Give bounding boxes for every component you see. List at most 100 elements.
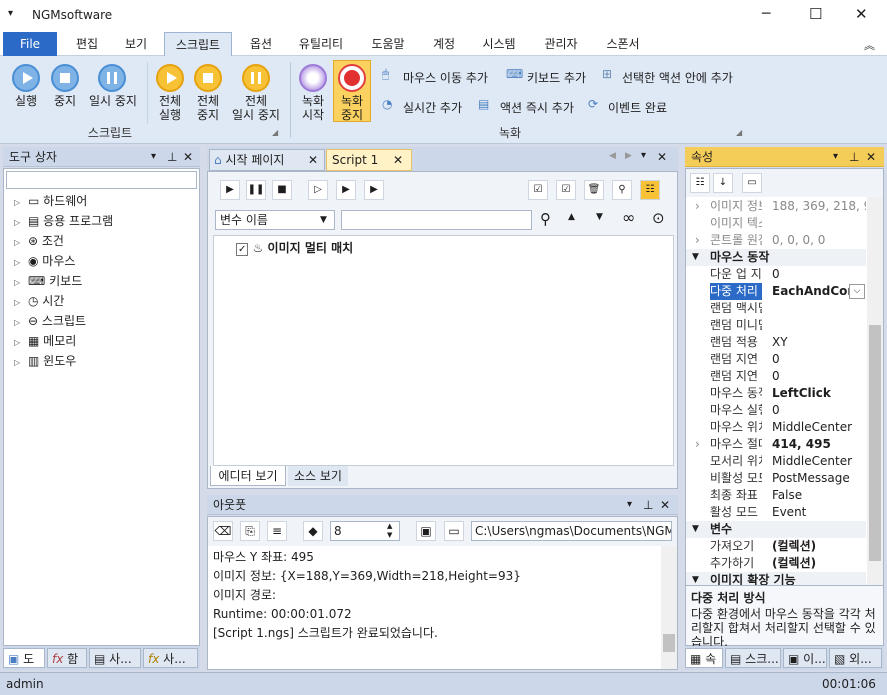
record-start-button[interactable]: 녹화 시작 [293, 94, 333, 122]
tab-help[interactable]: 도움말 [362, 32, 414, 56]
pause-all-button[interactable]: 전체 일시 중지 [228, 94, 284, 122]
event-done-button[interactable]: 이벤트 완료 [608, 99, 667, 116]
quick-access-icon[interactable]: ▾ [8, 8, 13, 19]
expand-icon[interactable]: ▷ [14, 198, 20, 207]
property-row[interactable]: 모서리 위치 MiddleCenter [686, 453, 866, 470]
more-icon[interactable]: ⊙ [652, 209, 665, 227]
user-functions-bottom-tab[interactable]: fx 사... [143, 648, 198, 668]
expand-icon[interactable]: › [695, 198, 700, 215]
stop-icon[interactable] [51, 64, 79, 92]
tab-script[interactable]: 스크립트 [164, 32, 232, 56]
property-scrollbar[interactable] [867, 197, 883, 585]
expand-icon[interactable]: ▷ [14, 278, 20, 287]
dropdown-icon[interactable]: ▾ [627, 495, 632, 515]
toolbox-bottom-tab[interactable]: ▣ 도 [3, 648, 45, 668]
folder-icon[interactable]: ▭ [444, 521, 464, 541]
add-inside-selected-button[interactable]: 선택한 액션 안에 추가 [622, 69, 733, 86]
user-bottom-tab[interactable]: ▤ 사... [89, 648, 141, 668]
toolbox-item-condition[interactable]: ▷ ⊛ 조건 [14, 231, 64, 251]
scrollbar-thumb[interactable] [869, 325, 881, 561]
collapse-icon[interactable]: ▼ [692, 521, 699, 538]
add-realtime-button[interactable]: 실시간 추가 [403, 99, 462, 116]
dropdown-icon[interactable]: ▾ [641, 150, 646, 161]
toolbox-item-time[interactable]: ▷ ◷ 시간 [14, 291, 64, 311]
pause-all-icon[interactable] [242, 64, 270, 92]
expand-icon[interactable]: ▷ [14, 358, 20, 367]
tab-editor-view[interactable]: 에디터 보기 [210, 466, 286, 486]
run-button[interactable]: 실행 [6, 94, 46, 108]
property-row[interactable]: 추가하기 (컬렉션) [686, 555, 866, 572]
properties-bottom-tab[interactable]: ▦ 속 [685, 648, 723, 668]
tab-source-view[interactable]: 소스 보기 [288, 466, 348, 486]
expand-icon[interactable]: ▷ [14, 318, 20, 327]
pause-icon[interactable]: ❚❚ [246, 180, 266, 200]
record-start-icon[interactable] [299, 64, 327, 92]
toolbox-item-mouse[interactable]: ▷ ◉ 마우스 [14, 251, 75, 271]
eraser-icon[interactable]: ◆ [303, 521, 323, 541]
script-bottom-tab[interactable]: ▤ 스크... [725, 648, 781, 668]
property-row[interactable]: 최종 좌표 False [686, 487, 866, 504]
scrollbar-thumb[interactable] [663, 634, 675, 652]
property-row[interactable]: 마우스 동작 LeftClick [686, 385, 866, 402]
pause-button[interactable]: 일시 중지 [86, 94, 140, 108]
minimize-button[interactable]: ─ [762, 6, 770, 22]
expand-icon[interactable]: ▷ [14, 338, 20, 347]
pin-icon[interactable]: ⊥ [849, 147, 859, 167]
categorized-icon[interactable]: ☷ [690, 173, 710, 193]
property-row[interactable]: › 이미지 정보 188, 369, 218, 93 [686, 198, 866, 215]
close-icon[interactable]: ✕ [660, 495, 670, 515]
wrap-icon[interactable]: ≡ [267, 521, 287, 541]
script-group-launcher-icon[interactable]: ◢ [272, 128, 278, 137]
tab-options[interactable]: 옵션 [238, 32, 284, 56]
collapse-icon[interactable]: ▼ [692, 572, 699, 585]
maximize-button[interactable]: ☐ [809, 5, 822, 23]
add-mouse-move-button[interactable]: 마우스 이동 추가 [403, 69, 488, 86]
stepper-arrows-icon[interactable]: ▲ ▼ [387, 522, 392, 540]
close-icon[interactable]: ✕ [866, 147, 876, 167]
search-icon[interactable]: ⚲ [540, 210, 551, 228]
toolbox-item-script[interactable]: ▷ ⊖ 스크립트 [14, 311, 86, 331]
tab-admin[interactable]: 관리자 [534, 32, 588, 56]
log-count-stepper[interactable]: 8 ▲ ▼ [330, 521, 400, 541]
log-path-input[interactable]: C:\Users\ngmas\Documents\NGM6\ [471, 521, 672, 541]
property-category[interactable]: ▼ 변수 [686, 521, 866, 538]
clear-log-icon[interactable]: ⌫ [213, 521, 233, 541]
close-icon[interactable]: ✕ [657, 150, 667, 164]
tab-view[interactable]: 보기 [113, 32, 159, 56]
property-row[interactable]: 랜덤 적용 XY [686, 334, 866, 351]
tab-edit[interactable]: 편집 [64, 32, 110, 56]
dropdown-icon[interactable]: ▾ [833, 147, 838, 167]
expand-icon[interactable]: ▷ [14, 218, 20, 227]
stop-icon[interactable]: ■ [272, 180, 292, 200]
delete-icon[interactable]: 🗑 [584, 180, 604, 200]
file-menu[interactable]: File [3, 32, 57, 56]
expand-icon[interactable]: ▷ [14, 298, 20, 307]
toolbox-item-window[interactable]: ▷ ▥ 윈도우 [14, 351, 76, 371]
step-icon[interactable]: ▷ [308, 180, 328, 200]
property-row[interactable]: 비활성 모드 PostMessage [686, 470, 866, 487]
collapse-icon[interactable]: ▼ [692, 249, 699, 266]
output-scrollbar[interactable] [661, 546, 677, 669]
external-bottom-tab[interactable]: ▧ 외... [829, 648, 882, 668]
toolbox-item-application[interactable]: ▷ ▤ 응용 프로그램 [14, 211, 113, 231]
play-icon[interactable]: ▶ [220, 180, 240, 200]
functions-bottom-tab[interactable]: fx 함 [47, 648, 87, 668]
run-icon[interactable] [12, 64, 40, 92]
save-icon[interactable]: ▣ [416, 521, 436, 541]
property-row[interactable]: 랜덤 지연 0 [686, 368, 866, 385]
tab-utility[interactable]: 유틸리티 [290, 32, 352, 56]
run-all-icon[interactable] [156, 64, 184, 92]
pin-icon[interactable]: ⊥ [167, 147, 177, 167]
check-icon[interactable]: ☑ [556, 180, 576, 200]
property-row[interactable]: › 콘트롤 원점 0, 0, 0, 0 [686, 232, 866, 249]
add-keyboard-button[interactable]: 키보드 추가 [527, 69, 586, 86]
script-tree-item[interactable]: ✓ ♨ 이미지 멀티 매치 [236, 239, 353, 257]
stop-all-icon[interactable] [194, 64, 222, 92]
step-into-icon[interactable]: ▶ [364, 180, 384, 200]
infinity-icon[interactable]: ∞ [622, 208, 635, 227]
expand-icon[interactable]: › [695, 232, 700, 249]
add-action-now-button[interactable]: 액션 즉시 추가 [500, 99, 574, 116]
property-row[interactable]: 랜덤 미니멈 [686, 317, 866, 334]
stop-button[interactable]: 중지 [45, 94, 85, 108]
property-row[interactable]: 이미지 텍스트 [686, 215, 866, 232]
